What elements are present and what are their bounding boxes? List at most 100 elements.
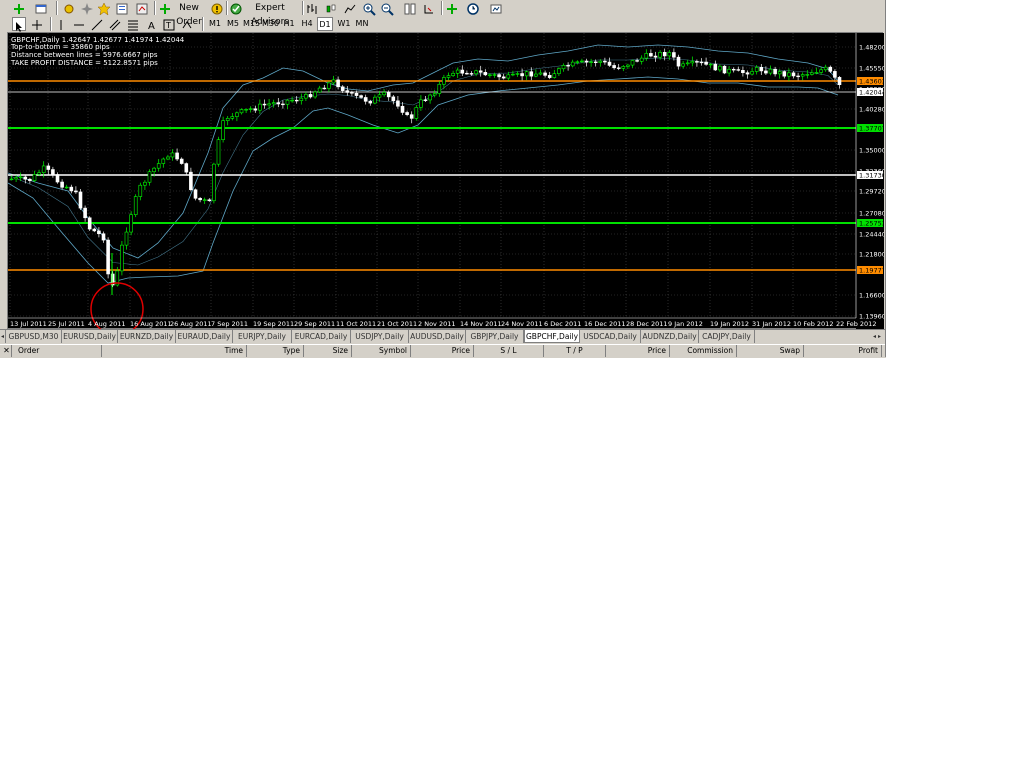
timeframe-m30[interactable]: M30 — [262, 17, 279, 31]
channel-icon[interactable] — [108, 17, 122, 31]
terminal-col-time-1[interactable]: Time — [102, 345, 247, 357]
candle-body-37 — [179, 158, 184, 164]
terminal-close-icon[interactable]: ✕ — [2, 345, 12, 357]
date-label-10: 2 Nov 2011 — [418, 320, 456, 328]
text-label-icon[interactable]: T — [162, 17, 176, 31]
chart-tab-eurcad-daily[interactable]: EURCAD,Daily — [292, 330, 351, 343]
new-order-button[interactable]: New Order — [170, 1, 208, 27]
chart-tab-audusd-daily[interactable]: AUDUSD,Daily — [409, 330, 466, 343]
indicators-icon[interactable] — [445, 1, 459, 15]
candle-body-115 — [538, 72, 543, 75]
candle-body-44 — [212, 163, 216, 202]
strategy-tester-icon[interactable] — [135, 1, 149, 15]
candle-body-33 — [161, 158, 166, 164]
navigator-icon[interactable] — [80, 1, 94, 15]
timeframe-d1[interactable]: D1 — [317, 17, 333, 31]
new-chart-icon[interactable] — [12, 1, 26, 15]
text-icon[interactable]: A — [145, 17, 159, 32]
candle-body-54 — [258, 103, 262, 111]
toolbar-row-main: New Order Expert Advisors — [0, 0, 886, 27]
candle-body-141 — [658, 52, 662, 58]
candle-body-101 — [474, 70, 478, 75]
terminal-col-size-3[interactable]: Size — [304, 345, 352, 357]
expert-advisors-button[interactable]: Expert Advisors — [242, 1, 298, 27]
price-chart[interactable]: 1.482001.455501.429201.402801.350001.323… — [7, 32, 884, 330]
expert-advisors-icon[interactable] — [229, 1, 243, 15]
vertical-line-icon[interactable] — [54, 17, 68, 31]
terminal-col-commission-9[interactable]: Commission — [670, 345, 737, 357]
chart-tab-eurjpy-daily[interactable]: EURJPY,Daily — [233, 330, 292, 343]
market-watch-icon[interactable] — [62, 1, 76, 15]
date-label-1: 25 Jul 2011 — [48, 320, 85, 328]
svg-text:T: T — [165, 21, 171, 30]
chart-tab-audnzd-daily[interactable]: AUDNZD,Daily — [641, 330, 699, 343]
arrows-icon[interactable] — [180, 17, 194, 31]
chart-tab-gbpchf-daily[interactable]: GBPCHF,Daily — [524, 329, 580, 343]
tabs-scroll-right[interactable]: ◂ ▸ — [868, 330, 886, 343]
candle-body-47 — [225, 118, 230, 121]
timeframe-m15[interactable]: M15 — [243, 17, 260, 31]
terminal-col-t-p-7[interactable]: T / P — [544, 345, 606, 357]
date-label-5: 7 Sep 2011 — [211, 320, 248, 328]
terminal-col-swap-10[interactable]: Swap — [737, 345, 804, 357]
periods-clock-icon[interactable] — [466, 1, 480, 15]
trendline-icon[interactable] — [90, 17, 104, 31]
candle-body-27 — [133, 196, 138, 215]
zoom-in-icon[interactable] — [362, 1, 376, 16]
candle-body-106 — [497, 74, 501, 78]
level-label-3: 1.31730 — [859, 172, 884, 180]
chart-tab-gbpjpy-daily[interactable]: GBPJPY,Daily — [466, 330, 524, 343]
chart-tab-usdjpy-daily[interactable]: USDJPY,Daily — [351, 330, 409, 343]
timeframe-w1[interactable]: W1 — [336, 17, 352, 31]
candle-body-5 — [32, 174, 37, 181]
cursor-icon[interactable] — [12, 17, 26, 32]
horizontal-line-icon[interactable] — [72, 17, 86, 31]
bar-chart-icon[interactable] — [305, 1, 319, 15]
candle-body-144 — [672, 52, 676, 58]
terminal-col-order-0[interactable]: Order — [14, 345, 102, 357]
favorites-star-icon[interactable] — [97, 1, 111, 16]
price-label-0: 1.48200 — [859, 44, 884, 52]
candle-body-162 — [754, 67, 759, 72]
candlestick-icon[interactable] — [324, 1, 338, 15]
toolbar: New Order Expert Advisors A T M1 M5 M15 … — [0, 0, 886, 32]
timeframe-m5[interactable]: M5 — [225, 17, 241, 31]
candle-body-117 — [547, 75, 552, 78]
profiles-icon[interactable] — [34, 1, 48, 15]
timeframe-h1[interactable]: H1 — [281, 17, 297, 31]
crosshair-icon[interactable] — [30, 17, 44, 31]
terminal-col-type-2[interactable]: Type — [247, 345, 304, 357]
templates-icon[interactable] — [489, 1, 503, 15]
tile-windows-icon[interactable] — [403, 1, 417, 15]
chart-shift-icon[interactable] — [422, 1, 436, 15]
zoom-out-icon[interactable] — [380, 1, 394, 16]
alert-icon[interactable] — [210, 1, 224, 15]
terminal-col-symbol-4[interactable]: Symbol — [352, 345, 411, 357]
timeframe-h4[interactable]: H4 — [299, 17, 315, 31]
chart-tab-gbpusd-m30[interactable]: GBPUSD,M30 — [6, 330, 62, 343]
chart-tab-euraud-daily[interactable]: EURAUD,Daily — [176, 330, 233, 343]
timeframe-m1[interactable]: M1 — [207, 17, 223, 31]
line-chart-icon[interactable] — [343, 1, 357, 15]
candle-body-167 — [777, 71, 782, 75]
candle-body-107 — [501, 76, 506, 79]
fibonacci-icon[interactable] — [126, 17, 140, 31]
terminal-col-price-8[interactable]: Price — [606, 345, 670, 357]
timeframe-mn[interactable]: MN — [354, 17, 370, 31]
terminal-col-profit-11[interactable]: Profit — [804, 345, 882, 357]
terminal-col-s-l-6[interactable]: S / L — [474, 345, 544, 357]
candle-body-46 — [221, 120, 225, 140]
candle-body-129 — [603, 60, 607, 63]
chart-tab-usdcad-daily[interactable]: USDCAD,Daily — [580, 330, 641, 343]
terminal-col-price-5[interactable]: Price — [411, 345, 474, 357]
candle-body-9 — [51, 169, 55, 175]
chart-tab-eurusd-daily[interactable]: EURUSD,Daily — [62, 330, 118, 343]
candle-body-139 — [649, 53, 653, 57]
chart-tab-eurnzd-daily[interactable]: EURNZD,Daily — [118, 330, 176, 343]
candle-body-79 — [373, 96, 377, 104]
candle-body-149 — [695, 61, 699, 63]
date-label-18: 31 Jan 2012 — [752, 320, 791, 328]
date-label-7: 29 Sep 2011 — [294, 320, 335, 328]
terminal-icon[interactable] — [115, 1, 129, 15]
chart-tab-cadjpy-daily[interactable]: CADJPY,Daily — [699, 330, 755, 343]
